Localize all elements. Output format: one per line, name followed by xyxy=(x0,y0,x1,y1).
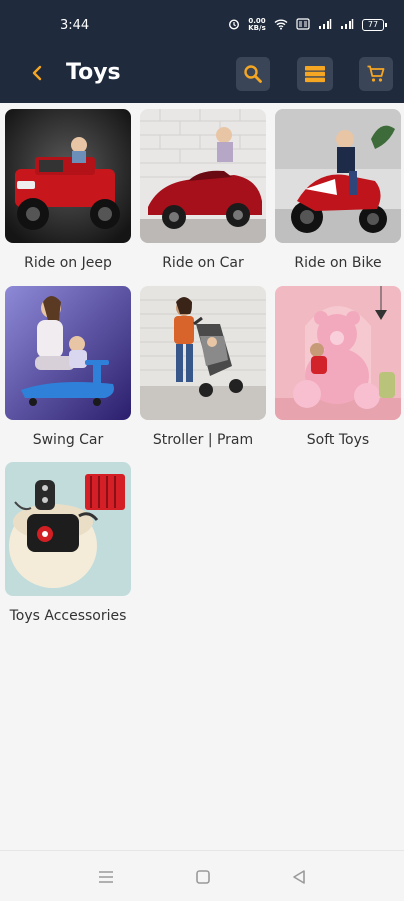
category-label: Ride on Car xyxy=(162,255,244,271)
category-label: Ride on Jeep xyxy=(24,255,112,271)
menu-icon xyxy=(99,871,113,883)
ride-on-bike-image xyxy=(275,109,401,243)
category-card-soft-toys[interactable]: Soft Toys xyxy=(275,286,401,448)
alarm-icon xyxy=(228,18,240,32)
chevron-left-icon xyxy=(32,65,42,81)
app-header: 3:44 0.00 KB/s 77 Toys xyxy=(0,0,404,103)
menu-button[interactable] xyxy=(96,867,116,887)
status-icons: 0.00 KB/s 77 xyxy=(228,17,387,33)
back-triangle-icon xyxy=(293,870,305,884)
category-label: Soft Toys xyxy=(306,432,370,448)
swing-car-image xyxy=(5,286,131,420)
status-bar: 3:44 0.00 KB/s 77 xyxy=(0,0,404,44)
signal-icon-1 xyxy=(318,18,332,32)
search-button[interactable] xyxy=(236,57,270,91)
home-button[interactable] xyxy=(193,867,213,887)
signal-icon-2 xyxy=(340,18,354,32)
category-label: Stroller | Pram xyxy=(152,432,254,448)
network-speed-text: 0.00 KB/s xyxy=(248,17,266,32)
category-card-ride-on-jeep[interactable]: Ride on Jeep xyxy=(5,109,131,271)
cart-icon xyxy=(367,65,385,82)
category-label: Swing Car xyxy=(32,432,104,448)
soft-toys-image xyxy=(275,286,401,420)
system-back-button[interactable] xyxy=(289,867,309,887)
category-card-swing-car[interactable]: Swing Car xyxy=(5,286,131,448)
category-card-ride-on-car[interactable]: Ride on Car xyxy=(140,109,266,271)
category-card-toys-accessories[interactable]: Toys Accessories xyxy=(5,462,131,624)
wifi-icon xyxy=(274,18,288,32)
toys-accessories-image xyxy=(5,462,131,596)
back-button[interactable] xyxy=(26,58,48,88)
battery-icon: 77 xyxy=(362,19,387,31)
status-time: 3:44 xyxy=(60,18,90,33)
ride-on-car-image xyxy=(140,109,266,243)
ride-on-jeep-image xyxy=(5,109,131,243)
home-square-icon xyxy=(196,870,210,884)
search-icon xyxy=(244,65,262,83)
stroller-pram-image xyxy=(140,286,266,420)
category-card-stroller-pram[interactable]: Stroller | Pram xyxy=(140,286,266,448)
cart-button[interactable] xyxy=(359,57,393,91)
list-view-button[interactable] xyxy=(297,57,333,91)
category-card-ride-on-bike[interactable]: Ride on Bike xyxy=(275,109,401,271)
app-bar: Toys xyxy=(0,44,404,103)
category-label: Ride on Bike xyxy=(294,255,382,271)
list-view-icon xyxy=(305,66,325,83)
category-label: Toys Accessories xyxy=(9,608,127,624)
system-nav-bar xyxy=(0,850,404,901)
volte-icon xyxy=(296,18,310,32)
page-title: Toys xyxy=(66,60,121,85)
